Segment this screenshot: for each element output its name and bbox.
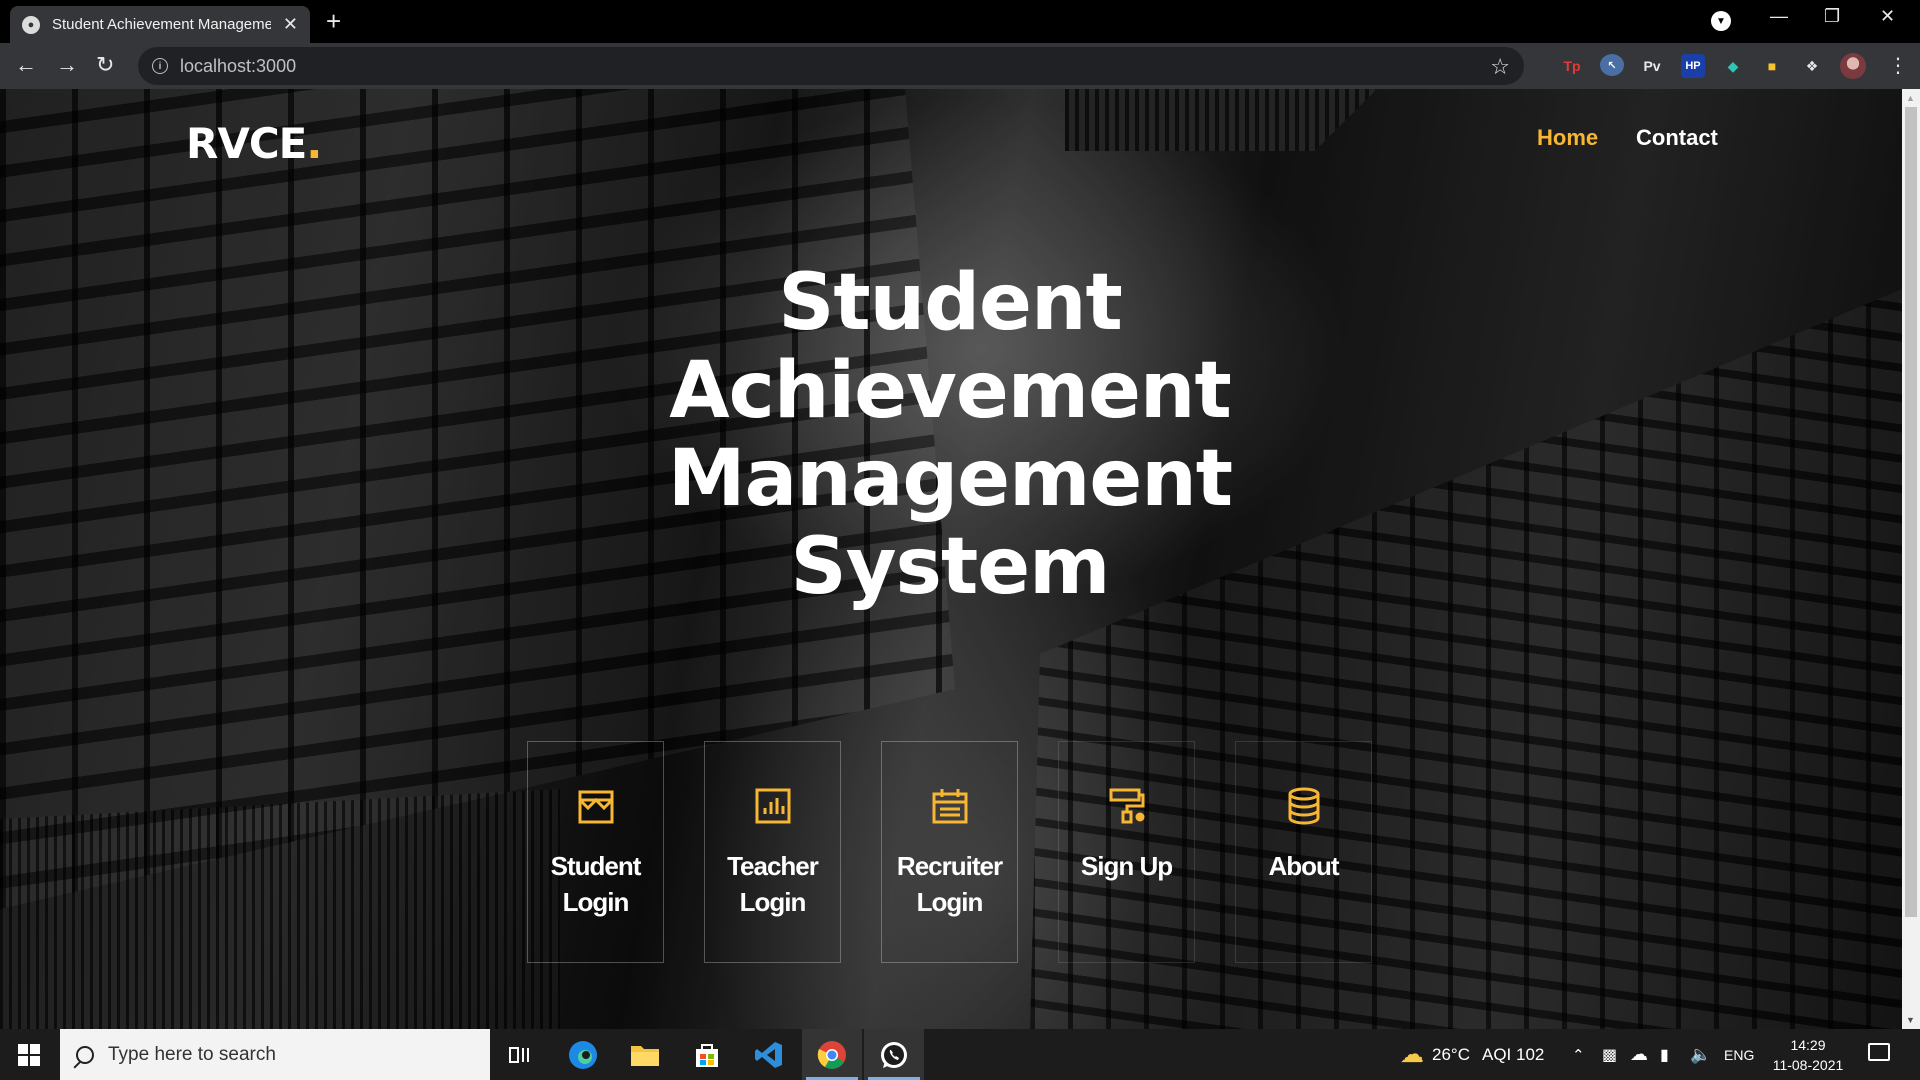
- weather-widget[interactable]: ☁ 26°C AQI 102: [1400, 1029, 1544, 1080]
- hero-line: Student: [778, 258, 1123, 348]
- globe-icon: ●: [22, 15, 40, 34]
- scroll-up-icon[interactable]: ▲: [1906, 93, 1915, 103]
- onedrive-icon[interactable]: ☁: [1630, 1029, 1648, 1080]
- extension-yellow-icon[interactable]: ■: [1760, 54, 1784, 78]
- card-label: About: [1268, 851, 1339, 881]
- profile-avatar[interactable]: [1840, 53, 1866, 79]
- chrome-icon[interactable]: [802, 1029, 862, 1080]
- recruiter-login-card[interactable]: Recruiter Login: [881, 741, 1018, 963]
- tab-close-icon[interactable]: ✕: [283, 14, 298, 35]
- sign-up-card[interactable]: Sign Up: [1058, 741, 1195, 963]
- url-text[interactable]: localhost:3000: [180, 56, 296, 77]
- aqi-value: AQI 102: [1481, 1044, 1545, 1064]
- language-indicator[interactable]: ENG: [1724, 1029, 1754, 1080]
- vscode-icon[interactable]: [739, 1029, 799, 1080]
- weather-cloud-icon: ☁: [1400, 1041, 1424, 1068]
- notification-center-icon[interactable]: [1868, 1043, 1890, 1061]
- paint-roller-icon: [1109, 788, 1144, 824]
- taskbar-search-box[interactable]: Type here to search: [60, 1029, 490, 1080]
- windows-taskbar: Type here to search ☁ 26°C AQI 102 ⌃ ▩ ☁…: [0, 1029, 1920, 1080]
- card-label: Student Login: [550, 851, 642, 917]
- card-label: Sign Up: [1080, 851, 1173, 881]
- windows-start-icon[interactable]: [18, 1044, 40, 1066]
- page-viewport: RVCE. Home Contact Student Achievement M…: [0, 89, 1902, 1029]
- bookmark-star-icon[interactable]: ☆: [1490, 54, 1510, 80]
- minimize-icon[interactable]: —: [1770, 6, 1788, 27]
- browser-tab[interactable]: ● Student Achievement Management System …: [10, 6, 310, 43]
- forward-icon[interactable]: →: [56, 53, 78, 77]
- hero-line: Management: [667, 434, 1233, 524]
- card-label: Recruiter Login: [896, 851, 1003, 917]
- scrollbar-thumb[interactable]: [1905, 107, 1917, 917]
- student-login-card[interactable]: Student Login: [527, 741, 664, 963]
- nav-contact-link[interactable]: Contact: [1636, 125, 1718, 151]
- new-tab-icon[interactable]: +: [326, 8, 341, 34]
- browser-menu-icon[interactable]: ⋮: [1888, 53, 1908, 78]
- browser-toolbar: ← → ↻ i localhost:3000 ☆ Tp ↖ Pv HP ◆ ■ …: [0, 43, 1920, 89]
- extension-pv[interactable]: Pv: [1640, 54, 1664, 78]
- extensions-puzzle-icon[interactable]: ❖: [1800, 54, 1824, 78]
- clock-time: 14:29: [1790, 1037, 1826, 1053]
- extension-cursor-icon[interactable]: ↖: [1600, 54, 1624, 76]
- reload-icon[interactable]: ↻: [96, 53, 114, 77]
- hero-line: Achievement: [669, 346, 1232, 436]
- teacher-login-card[interactable]: Teacher Login: [704, 741, 841, 963]
- search-icon: [76, 1045, 94, 1064]
- clock-date: 11-08-2021: [1772, 1057, 1844, 1073]
- volume-icon[interactable]: 🔈: [1690, 1029, 1711, 1080]
- meet-now-icon[interactable]: ▩: [1602, 1029, 1617, 1080]
- search-placeholder: Type here to search: [108, 1043, 276, 1065]
- tab-title: Student Achievement Management System: [52, 16, 271, 33]
- nav-home-link[interactable]: Home: [1537, 125, 1598, 151]
- task-view-icon[interactable]: [490, 1029, 550, 1080]
- address-bar[interactable]: i localhost:3000 ☆: [138, 47, 1524, 85]
- whatsapp-icon[interactable]: [864, 1029, 924, 1080]
- info-icon[interactable]: i: [152, 58, 168, 74]
- extension-hp[interactable]: HP: [1681, 54, 1705, 78]
- scroll-down-icon[interactable]: ▼: [1906, 1015, 1915, 1025]
- back-icon[interactable]: ←: [15, 53, 37, 77]
- browser-tab-strip: ● Student Achievement Management System …: [0, 0, 1920, 43]
- window-close-icon[interactable]: ✕: [1880, 6, 1895, 27]
- hero-title: Student Achievement Management System: [600, 259, 1300, 611]
- hero-line: System: [790, 522, 1111, 612]
- extension-tp[interactable]: Tp: [1560, 54, 1584, 78]
- bar-chart-icon: [755, 788, 790, 824]
- microsoft-store-icon[interactable]: [677, 1029, 737, 1080]
- store-icon: [578, 790, 613, 824]
- show-hidden-icons[interactable]: ⌃: [1572, 1029, 1585, 1080]
- extension-teal-icon[interactable]: ◆: [1721, 54, 1745, 78]
- calendar-icon: [932, 789, 967, 824]
- brand-logo[interactable]: RVCE.: [186, 119, 322, 168]
- battery-icon[interactable]: ▮: [1660, 1029, 1669, 1080]
- about-card[interactable]: About: [1235, 741, 1372, 963]
- taskbar-clock[interactable]: 14:29 11-08-2021: [1766, 1035, 1850, 1075]
- database-icon: [1288, 787, 1319, 825]
- page-scrollbar[interactable]: ▲ ▼: [1902, 89, 1920, 1029]
- tab-search-icon[interactable]: ▼: [1711, 11, 1731, 31]
- card-label: Teacher Login: [727, 851, 819, 917]
- file-explorer-icon[interactable]: [615, 1029, 675, 1080]
- edge-icon[interactable]: [553, 1029, 613, 1080]
- restore-icon[interactable]: ❐: [1824, 6, 1840, 27]
- weather-temp: 26°C: [1432, 1044, 1470, 1064]
